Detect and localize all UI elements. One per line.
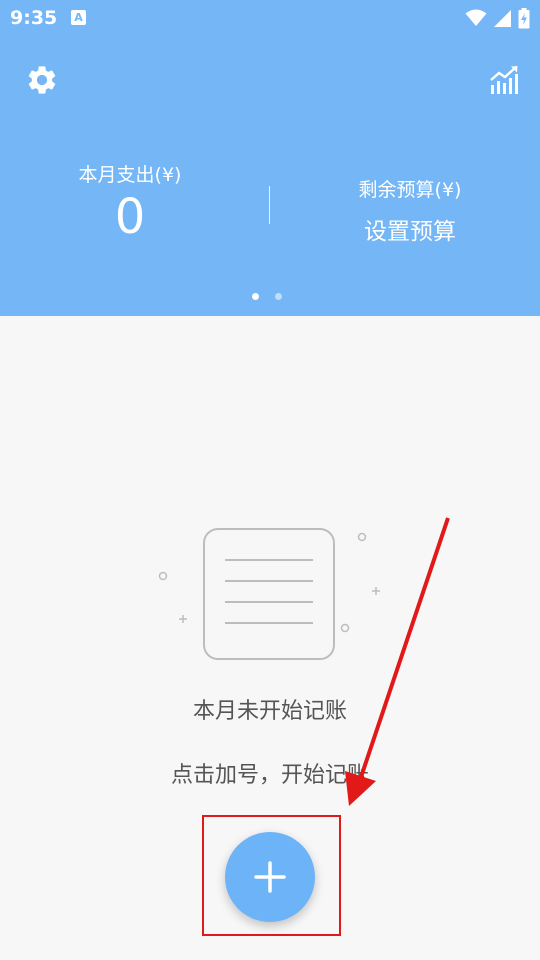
empty-state-title: 本月未开始记账 xyxy=(192,699,347,724)
stats-chart-icon xyxy=(490,66,518,94)
remaining-budget-label: 剩余预算(¥) xyxy=(358,179,462,201)
cellular-signal-icon xyxy=(494,9,511,27)
page-dot xyxy=(275,293,282,300)
status-bar: 9:35 A xyxy=(0,0,540,36)
empty-notes-icon xyxy=(158,528,380,660)
remaining-budget-panel: 剩余预算(¥) 设置预算 xyxy=(320,175,500,246)
battery-charging-icon xyxy=(518,7,530,28)
page-indicator xyxy=(252,293,282,300)
empty-state-hint: 点击加号，开始记账 xyxy=(170,763,369,788)
summary-divider xyxy=(269,186,270,224)
monthly-expense-value: 0 xyxy=(114,189,146,245)
annotation-highlight-box xyxy=(202,815,341,936)
set-budget-link[interactable]: 设置预算 xyxy=(320,212,500,246)
settings-button[interactable] xyxy=(22,60,62,100)
stats-button[interactable] xyxy=(484,60,524,100)
notification-a-icon: A xyxy=(71,10,86,25)
status-time: 9:35 xyxy=(10,7,58,29)
gear-icon xyxy=(28,66,56,94)
header: 9:35 A 本月支出(¥) 0 剩余预算(¥) 设置预算 xyxy=(0,0,540,316)
monthly-expense-panel: 本月支出(¥) 0 xyxy=(40,160,220,241)
monthly-expense-label: 本月支出(¥) xyxy=(78,164,182,186)
wifi-icon xyxy=(465,9,487,26)
status-icons xyxy=(465,7,530,29)
page-dot-active xyxy=(252,293,259,300)
